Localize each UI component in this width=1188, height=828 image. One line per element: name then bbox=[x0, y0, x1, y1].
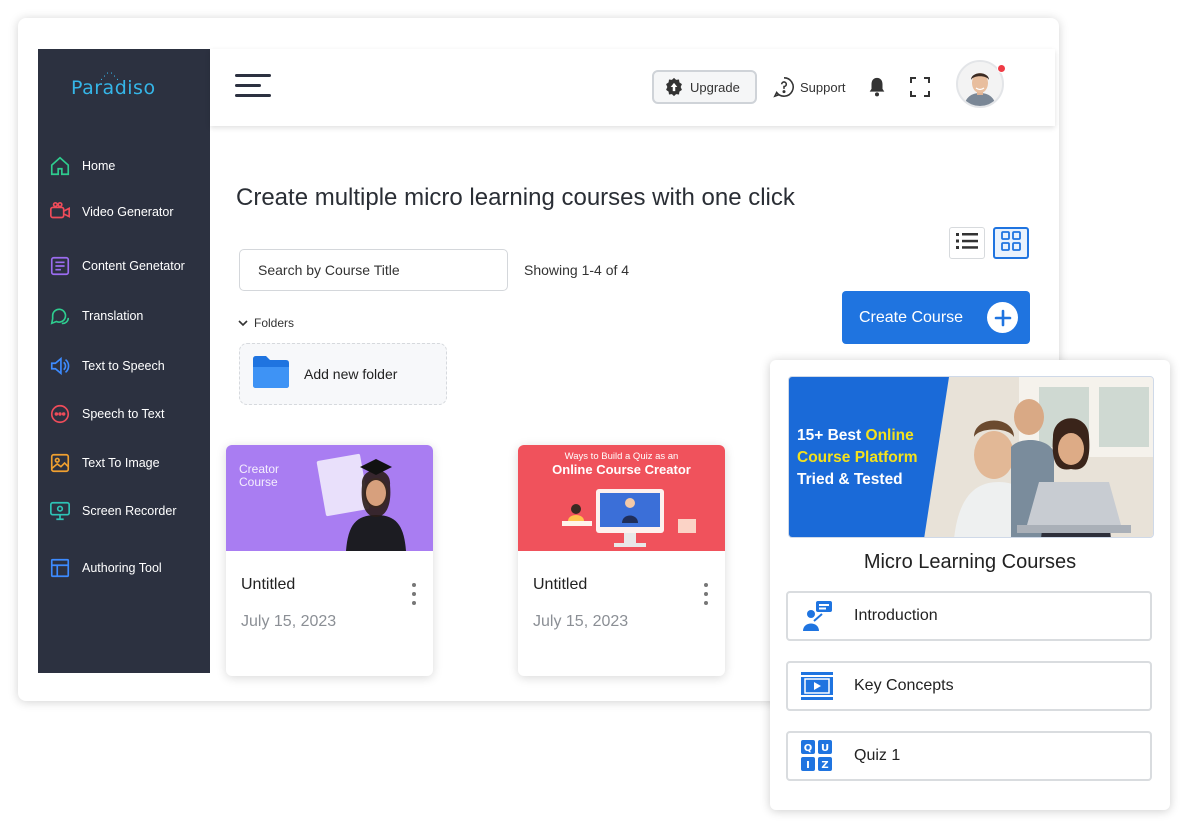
course-date: July 15, 2023 bbox=[533, 613, 629, 630]
top-bar: Upgrade Support bbox=[210, 49, 1055, 126]
folders-toggle[interactable]: Folders bbox=[238, 316, 294, 330]
course-title: Untitled bbox=[533, 576, 588, 593]
create-course-label: Create Course bbox=[859, 308, 964, 326]
list-view-button[interactable] bbox=[949, 227, 985, 259]
create-course-button[interactable]: Create Course bbox=[842, 291, 1030, 344]
add-folder-button[interactable]: Add new folder bbox=[239, 343, 447, 405]
presenter-icon bbox=[800, 599, 834, 633]
sidebar-item-text-to-image[interactable]: Text To Image bbox=[48, 447, 210, 479]
speaker-icon bbox=[48, 354, 72, 378]
speech-bubble-icon bbox=[48, 402, 72, 426]
sidebar-item-home[interactable]: Home bbox=[48, 150, 210, 182]
sidebar-item-label: Video Generator bbox=[82, 205, 174, 219]
sidebar-item-speech-to-text[interactable]: Speech to Text bbox=[48, 398, 210, 430]
panel-title: Micro Learning Courses bbox=[863, 551, 1077, 573]
thumb-heading: Ways to Build a Quiz as an Online Course… bbox=[552, 451, 691, 477]
chevron-down-icon bbox=[238, 316, 248, 330]
results-count: Showing 1-4 of 4 bbox=[524, 262, 630, 278]
sidebar-item-label: Text To Image bbox=[82, 456, 160, 470]
course-title: Untitled bbox=[241, 576, 296, 593]
micro-learning-panel: 15+ Best Online Course Platform Tried & … bbox=[770, 360, 1170, 810]
grid-view-button[interactable] bbox=[993, 227, 1029, 259]
document-icon bbox=[48, 254, 72, 278]
upgrade-button[interactable]: Upgrade bbox=[652, 70, 757, 104]
sidebar-item-text-to-speech[interactable]: Text to Speech bbox=[48, 350, 210, 382]
help-icon bbox=[773, 76, 795, 98]
film-icon bbox=[800, 669, 834, 703]
lesson-label: Key Concepts bbox=[854, 677, 954, 694]
folder-icon bbox=[252, 355, 290, 394]
add-folder-label: Add new folder bbox=[304, 366, 398, 382]
promo-banner[interactable]: 15+ Best Online Course Platform Tried & … bbox=[788, 376, 1154, 538]
more-options-icon[interactable] bbox=[699, 583, 713, 605]
list-icon bbox=[956, 232, 978, 255]
course-date: July 15, 2023 bbox=[241, 613, 337, 630]
lesson-label: Quiz 1 bbox=[854, 747, 901, 764]
course-thumbnail: Creator Course bbox=[226, 445, 433, 551]
course-thumbnail: Ways to Build a Quiz as an Online Course… bbox=[518, 445, 725, 551]
chat-bubbles-icon bbox=[48, 304, 72, 328]
promo-headline: 15+ Best Online Course Platform Tried & … bbox=[797, 427, 918, 488]
folders-label: Folders bbox=[254, 316, 295, 330]
upgrade-gear-icon bbox=[664, 77, 684, 97]
upgrade-label: Upgrade bbox=[690, 79, 740, 95]
plus-icon bbox=[987, 302, 1018, 333]
image-icon bbox=[48, 451, 72, 475]
svg-text:I: I bbox=[806, 760, 810, 771]
menu-icon[interactable] bbox=[235, 71, 273, 101]
page-title: Create multiple micro learning courses w… bbox=[236, 184, 795, 211]
sidebar-item-label: Authoring Tool bbox=[82, 561, 162, 575]
support-label: Support bbox=[800, 79, 846, 95]
search-input[interactable] bbox=[239, 249, 508, 291]
more-options-icon[interactable] bbox=[407, 583, 421, 605]
lesson-label: Introduction bbox=[854, 607, 938, 624]
layout-icon bbox=[48, 556, 72, 580]
thumb-heading: Creator Course bbox=[239, 462, 280, 489]
video-camera-icon bbox=[48, 200, 72, 224]
sidebar-item-content-generator[interactable]: Content Genetator bbox=[48, 250, 210, 282]
grid-icon bbox=[1001, 230, 1021, 256]
home-icon bbox=[48, 154, 72, 178]
sidebar-item-translation[interactable]: Translation bbox=[48, 300, 210, 332]
sidebar-item-label: Content Genetator bbox=[82, 259, 185, 273]
quiz-icon: QUIZ bbox=[800, 739, 834, 773]
brand-logo[interactable]: Paradiso bbox=[71, 77, 156, 99]
lesson-item-quiz-1[interactable]: QUIZ Quiz 1 bbox=[786, 731, 1152, 781]
monitor-icon bbox=[48, 499, 72, 523]
sidebar-item-label: Translation bbox=[82, 309, 144, 323]
sidebar-item-label: Text to Speech bbox=[82, 359, 165, 373]
sidebar-item-label: Speech to Text bbox=[82, 407, 165, 421]
support-link[interactable]: Support bbox=[773, 71, 846, 103]
sidebar-item-authoring-tool[interactable]: Authoring Tool bbox=[48, 552, 210, 584]
svg-text:U: U bbox=[821, 743, 829, 754]
svg-text:Q: Q bbox=[804, 743, 813, 754]
sidebar-item-screen-recorder[interactable]: Screen Recorder bbox=[48, 495, 210, 527]
course-card[interactable]: Ways to Build a Quiz as an Online Course… bbox=[518, 445, 725, 676]
sidebar: ⋰⋱ Paradiso Home Video Generator Content… bbox=[38, 49, 210, 673]
lesson-item-introduction[interactable]: Introduction bbox=[786, 591, 1152, 641]
notification-bell-icon[interactable] bbox=[866, 75, 888, 99]
course-card[interactable]: Creator Course Untitled July 15, 2023 bbox=[226, 445, 433, 676]
lesson-item-key-concepts[interactable]: Key Concepts bbox=[786, 661, 1152, 711]
sidebar-item-video-generator[interactable]: Video Generator bbox=[48, 196, 210, 228]
svg-text:Z: Z bbox=[821, 760, 828, 771]
sidebar-item-label: Screen Recorder bbox=[82, 504, 177, 518]
fullscreen-icon[interactable] bbox=[908, 75, 932, 99]
online-status-dot bbox=[997, 64, 1006, 73]
sidebar-item-label: Home bbox=[82, 159, 116, 173]
